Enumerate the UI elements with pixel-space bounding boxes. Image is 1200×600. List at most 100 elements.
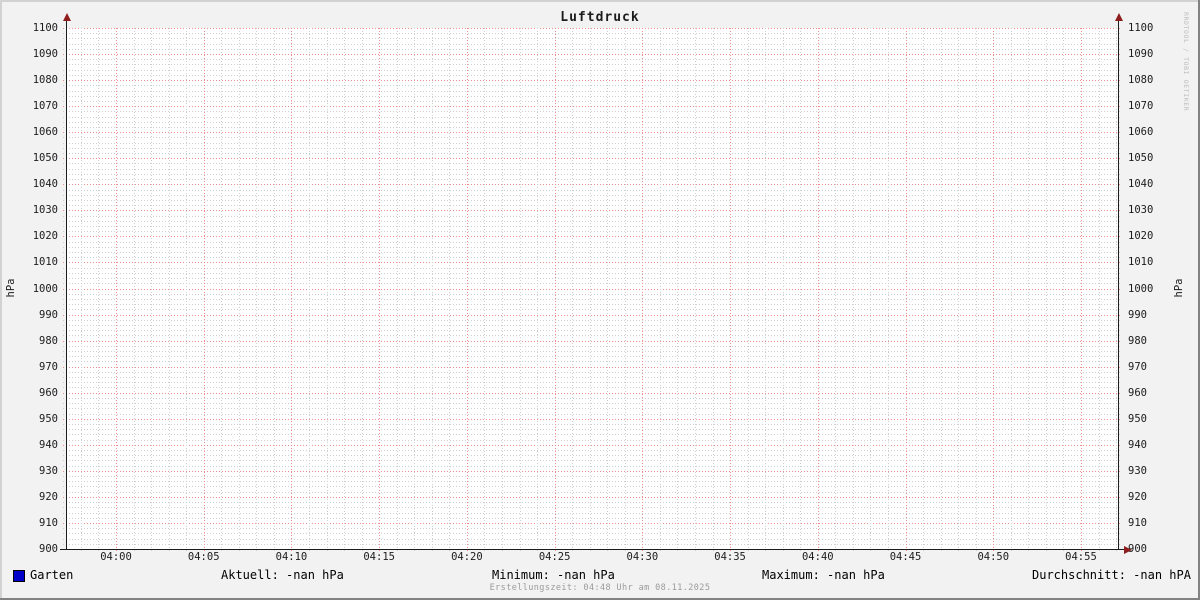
x-tick-label: 04:45 [889, 551, 922, 563]
gridline-major-v [642, 28, 644, 553]
y-tick-label-left: 1020 [32, 230, 58, 243]
gridline-minor-v [782, 28, 784, 553]
y-tick-label-left: 1090 [32, 48, 58, 61]
gridline-minor-v [694, 28, 696, 553]
gridline-minor-v [238, 28, 240, 553]
y-tick-label-right: 1060 [1128, 126, 1154, 139]
y-tick-label-right: 970 [1128, 360, 1147, 373]
y-tick-label-left: 960 [39, 386, 58, 399]
x-tick-label: 04:35 [714, 551, 746, 563]
y-tick-label-left: 930 [39, 464, 58, 477]
gridline-major-v [203, 28, 205, 553]
gridline-minor-v [870, 28, 872, 553]
y-tick-label-right: 1020 [1128, 230, 1154, 243]
gridline-major-v [730, 28, 732, 553]
gridline-minor-v [537, 28, 539, 553]
y-tick-label-left: 970 [39, 360, 58, 373]
gridline-minor-v [923, 28, 925, 553]
gridline-minor-v [677, 28, 679, 553]
y-axis-left [66, 20, 67, 550]
gridline-minor-v [940, 28, 942, 553]
rrdtool-graph: Luftdruck 900 900 910 910 920 920 930 930 940 940… [0, 0, 1200, 600]
y-axis-right [1118, 20, 1119, 550]
gridline-minor-v [221, 28, 223, 553]
gridline-major-v [466, 28, 468, 553]
gridline-minor-v [519, 28, 521, 553]
y-tick-label-left: 1040 [32, 178, 58, 191]
gridline-major-v [379, 28, 381, 553]
gridline-minor-v [1028, 28, 1030, 553]
gridline-major-v [817, 28, 819, 553]
x-tick-label: 04:10 [275, 551, 308, 563]
y-tick-label-right: 1070 [1128, 100, 1154, 113]
y-tick-label-right: 900 [1128, 543, 1147, 555]
gridline-minor-v [1010, 28, 1012, 553]
x-tick-label: 04:25 [538, 551, 571, 563]
stat-durchschnitt: Durchschnitt: -nan hPA [1032, 568, 1191, 582]
gridline-major-v [291, 28, 293, 553]
gridline-minor-v [1063, 28, 1065, 553]
chart-title: Luftdruck [560, 10, 640, 25]
y-tick-label-left: 910 [39, 516, 58, 529]
gridline-minor-v [344, 28, 346, 553]
y-tick-label-left: 1060 [32, 126, 58, 139]
gridline-minor-v [396, 28, 398, 553]
gridline-minor-v [361, 28, 363, 553]
border-left [0, 0, 2, 600]
y-axis-right-arrow-icon [1115, 13, 1123, 21]
border-top [0, 0, 1200, 2]
gridline-minor-v [589, 28, 591, 553]
legend-swatch-garten [13, 570, 25, 582]
x-tick-label: 04:20 [451, 551, 483, 563]
y-tick-label-right: 1100 [1128, 22, 1154, 34]
gridline-minor-v [98, 28, 100, 553]
y-tick-label-left: 920 [39, 490, 58, 503]
gridline-minor-v [747, 28, 749, 553]
y-tick-label-right: 940 [1128, 438, 1147, 451]
gridline-minor-v [484, 28, 486, 553]
rrdtool-watermark: RRDTOOL / TOBI OETIKER [1182, 12, 1190, 112]
y-tick-label-left: 1050 [32, 152, 58, 165]
gridline-minor-v [168, 28, 170, 553]
x-tick-label: 04:00 [100, 551, 132, 563]
y-tick-label-left: 940 [39, 438, 58, 451]
gridline-minor-v [887, 28, 889, 553]
gridline-minor-v [659, 28, 661, 553]
x-tick-label: 04:55 [1065, 551, 1097, 563]
y-tick-label-left: 1010 [32, 256, 58, 269]
y-tick-label-left: 990 [39, 308, 58, 321]
stat-minimum: Minimum: -nan hPa [492, 568, 615, 582]
gridline-minor-v [1045, 28, 1047, 553]
y-tick-label-left: 1080 [32, 74, 58, 87]
y-tick-label-left: 950 [39, 412, 58, 425]
gridline-minor-v [835, 28, 837, 553]
gridline-minor-v [712, 28, 714, 553]
y-tick-label-right: 1010 [1128, 256, 1154, 269]
y-axis-arrow-icon [63, 13, 71, 21]
y-tick-label-left: 980 [39, 334, 58, 347]
gridline-minor-v [414, 28, 416, 553]
x-tick-label: 04:15 [363, 551, 395, 563]
y-axis-unit-right: hPa [1173, 278, 1185, 298]
x-tick-label: 04:40 [801, 551, 834, 563]
y-tick-label-left: 900 [39, 543, 58, 555]
gridline-minor-v [133, 28, 135, 553]
stat-maximum: Maximum: -nan hPa [762, 568, 885, 582]
gridline-minor-v [431, 28, 433, 553]
stat-aktuell: Aktuell: -nan hPa [221, 568, 344, 582]
gridline-minor-v [975, 28, 977, 553]
y-tick-label-right: 1080 [1128, 74, 1154, 87]
gridline-minor-v [958, 28, 960, 553]
y-tick-label-right: 1000 [1128, 282, 1154, 295]
gridline-minor-v [1116, 28, 1118, 553]
gridline-minor-v [624, 28, 626, 553]
gridline-minor-v [151, 28, 153, 553]
gridline-minor-v [572, 28, 574, 553]
y-tick-label-right: 930 [1128, 464, 1147, 477]
x-tick-label: 04:05 [187, 551, 220, 563]
y-tick-label-left: 1030 [32, 204, 58, 217]
gridline-minor-v [607, 28, 609, 553]
y-tick-label-right: 1040 [1128, 178, 1154, 191]
gridline-minor-v [1098, 28, 1100, 553]
gridline-minor-v [186, 28, 188, 553]
